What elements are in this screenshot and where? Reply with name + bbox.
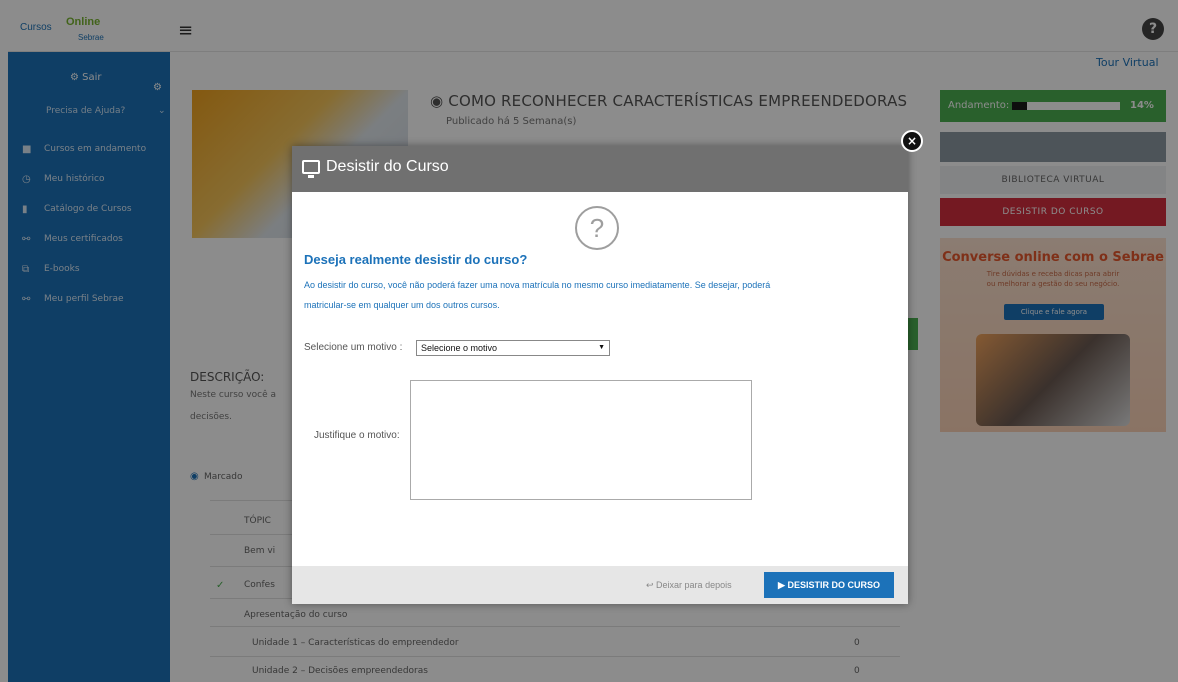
modal-heading: Deseja realmente desistir do curso? — [304, 252, 528, 267]
modal-footer: ↩ Deixar para depois ▶ DESISTIR DO CURSO — [292, 566, 908, 604]
reason-label: Selecione um motivo : — [304, 342, 403, 353]
reason-select-value: Selecione o motivo — [421, 343, 498, 353]
modal-title: Desistir do Curso — [326, 158, 449, 175]
justify-textarea[interactable] — [410, 380, 752, 500]
modal-message: matricular-se em qualquer um dos outros … — [304, 300, 500, 310]
modal-message: Ao desistir do curso, você não poderá fa… — [304, 280, 771, 290]
desistir-modal: Desistir do Curso ? Deseja realmente des… — [292, 146, 908, 604]
confirm-desistir-button[interactable]: ▶ DESISTIR DO CURSO — [764, 572, 894, 598]
reason-select[interactable]: Selecione o motivo ▼ — [416, 340, 610, 356]
close-icon[interactable]: × — [901, 130, 923, 152]
dropdown-arrow-icon: ▼ — [598, 344, 605, 351]
monitor-icon — [302, 160, 320, 178]
question-icon: ? — [575, 206, 619, 250]
justify-label: Justifique o motivo: — [314, 430, 400, 441]
modal-header: Desistir do Curso — [292, 146, 908, 192]
later-button[interactable]: ↩ Deixar para depois — [646, 580, 732, 591]
